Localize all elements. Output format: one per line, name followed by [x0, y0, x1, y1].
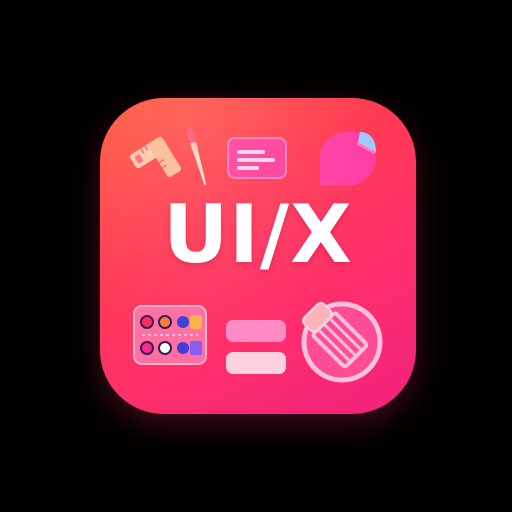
- color-palette-grid-icon: [133, 305, 207, 365]
- pencil-eraser-icon: [301, 301, 383, 383]
- text-card-icon: [227, 137, 287, 179]
- stacked-bars-icon: [226, 320, 286, 374]
- paintbrush-icon: [187, 127, 207, 186]
- app-icon[interactable]: UI/X: [100, 98, 416, 414]
- app-wordmark: UI/X: [163, 188, 353, 281]
- speech-bubble-icon: [320, 132, 376, 186]
- image-canvas: UI/X: [0, 0, 512, 512]
